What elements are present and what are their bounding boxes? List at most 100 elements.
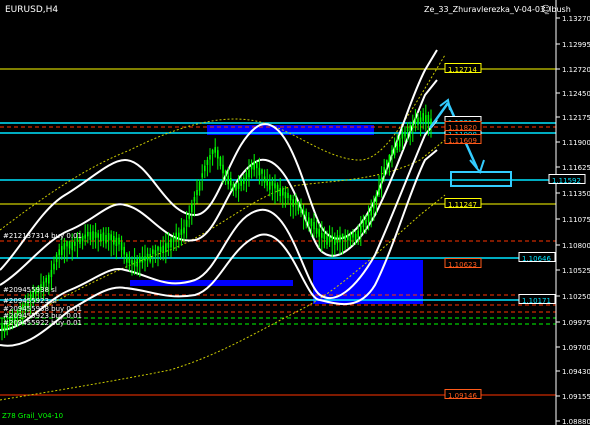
candle-body [214,147,216,153]
candle-body [89,232,92,240]
candle-body [63,243,66,250]
candle-body [310,218,313,227]
price-tick-label: 1.12995 [562,41,590,49]
candle-body [406,127,409,132]
price-tick-label: 1.13270 [562,15,590,23]
candle-body [256,163,258,169]
candle-body [126,253,128,263]
candle-body [341,233,344,239]
candle-body [253,161,255,170]
candle-body [334,236,336,245]
candle-body [269,181,271,190]
candle-body [74,241,76,246]
chart-title: EURUSD,H4 [5,5,58,15]
candle-body [391,150,393,155]
candle-body [188,214,190,219]
candle-body [230,177,232,186]
order-label[interactable]: #209455938 sl [3,286,57,294]
candle-body [404,131,406,137]
candle-body [183,227,185,234]
candle-body [159,246,162,253]
candle-body [144,256,146,262]
candle-body [201,173,203,178]
level-label: 1.11609 [448,137,477,145]
price-tick-label: 1.12175 [562,114,590,122]
candle-body [297,202,300,211]
level-label: 1.09146 [448,392,477,400]
candle-body [58,249,60,256]
candle-body [336,235,339,244]
candle-body [105,234,107,244]
price-tick-label: 1.09700 [562,344,590,352]
candle-body [206,159,209,165]
candle-body [219,157,222,167]
candle-body [71,242,73,251]
candle-body [245,173,248,180]
candle-body [94,232,97,238]
candle-body [412,123,414,129]
price-tick-label: 1.09155 [562,393,590,401]
candle-body [409,125,411,132]
price-tick-label: 1.11900 [562,139,590,147]
candle-body [263,176,266,183]
candle-body [149,253,151,262]
candle-body [347,235,349,241]
candle-body [128,258,131,263]
level-label: 1.11247 [448,201,477,209]
candle-body [352,232,354,238]
candle-body [305,211,307,216]
candle-body [393,147,396,156]
smiley-icon: ☺ [541,4,550,15]
candle-body [53,263,55,270]
candle-body [141,256,144,263]
candle-body [227,175,229,185]
price-tick-label: 1.10800 [562,242,590,250]
candle-body [48,274,50,284]
candle-body [240,180,242,186]
price-chart[interactable]: 1.13270 1.12995 1.12720 1.12450 1.12175 1.119… [0,0,590,425]
candle-body [279,188,281,197]
candle-body [300,207,302,213]
candle-body [427,114,430,124]
candle-body [235,184,237,191]
candle-body [120,242,123,251]
candle-body [209,155,211,160]
candle-body [331,235,333,241]
candle-body [139,256,141,263]
footer-label: Z78 Grail_V04-10 [2,412,63,420]
price-tick-label: 1.10525 [562,267,590,275]
candle-body [323,233,326,239]
price-tick-label: 1.11075 [562,216,590,224]
candle-body [295,199,297,204]
candle-body [250,163,253,170]
candle-body [422,113,424,121]
candle-body [217,150,219,159]
candle-body [204,165,206,172]
candle-body [136,258,138,267]
order-label[interactable]: #209455923 sl [3,297,57,305]
price-tick-label: 1.10250 [562,293,590,301]
level-label: 1.11592 [552,177,581,185]
candle-body [284,192,287,199]
order-label[interactable]: #209455922 buy 0.01 [3,319,82,327]
candle-body [383,167,385,176]
candle-body [248,169,250,178]
candle-body [87,231,89,237]
candle-body [237,183,240,189]
price-tick-label: 1.11350 [562,190,590,198]
candle-body [115,237,118,246]
candle-body [414,118,417,123]
candle-body [344,235,346,241]
candle-body [328,236,331,243]
level-label: 1.10171 [522,297,551,305]
order-label[interactable]: #212137314 buy 0.01 [3,232,82,240]
candle-body [289,195,292,201]
candle-body [185,220,188,227]
candle-body [360,225,362,233]
candle-body [66,241,68,247]
candle-body [84,234,86,239]
candle-body [131,260,133,265]
price-tick-label: 1.08880 [562,418,590,425]
candle-body [97,233,99,238]
candle-body [373,200,375,209]
